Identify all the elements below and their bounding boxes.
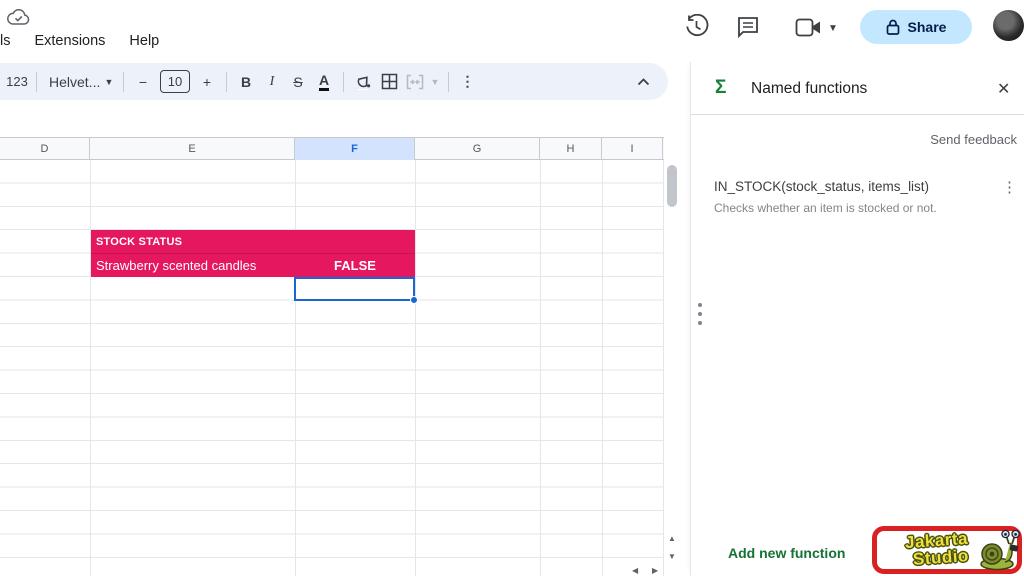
fill-handle[interactable] (410, 296, 418, 304)
column-header-e[interactable]: E (90, 138, 295, 160)
scroll-down-arrow[interactable]: ▼ (668, 552, 676, 561)
function-description: Checks whether an item is stocked or not… (714, 201, 937, 215)
named-function-item[interactable]: IN_STOCK(stock_status, items_list) Check… (691, 170, 1024, 226)
comments-icon[interactable] (736, 15, 760, 39)
scroll-left-arrow[interactable]: ◀ (632, 566, 638, 575)
add-new-function-button[interactable]: Add new function (728, 545, 845, 561)
collapse-toolbar-icon[interactable] (637, 78, 650, 86)
function-signature: IN_STOCK(stock_status, items_list) (714, 179, 929, 194)
camera-dropdown-caret[interactable]: ▼ (828, 23, 838, 34)
scroll-right-arrow[interactable]: ▶ (652, 566, 658, 575)
column-header-g[interactable]: G (415, 138, 540, 160)
share-button[interactable]: Share (860, 10, 972, 44)
number-format-button[interactable]: 123 (4, 69, 30, 95)
scroll-up-arrow[interactable]: ▲ (668, 534, 676, 543)
version-history-icon[interactable] (684, 14, 709, 39)
font-size-input[interactable]: 10 (160, 70, 190, 93)
decrease-font-size-button[interactable]: − (130, 69, 156, 95)
stock-status-table: STOCK STATUS Strawberry scented candles … (91, 230, 415, 277)
item-name-cell[interactable]: Strawberry scented candles (91, 258, 295, 273)
stock-status-header-cell[interactable]: STOCK STATUS (91, 230, 415, 254)
panel-header: Σ Named functions ✕ (691, 62, 1024, 114)
saved-cloud-icon (7, 9, 30, 26)
menu-tools-truncated[interactable]: ls (0, 33, 10, 49)
panel-title: Named functions (751, 80, 867, 98)
named-functions-panel: Σ Named functions ✕ Send feedback IN_STO… (690, 62, 1024, 576)
selected-cell[interactable] (294, 277, 415, 301)
column-headers: D E F G H I (0, 137, 664, 160)
account-avatar[interactable] (993, 10, 1024, 41)
meet-camera-icon[interactable] (795, 18, 822, 37)
fill-color-icon[interactable] (350, 69, 376, 95)
send-feedback-link[interactable]: Send feedback (930, 132, 1017, 147)
watermark-text-line2: Studio (912, 546, 969, 570)
menu-help[interactable]: Help (129, 33, 159, 49)
sigma-icon: Σ (715, 77, 726, 99)
lock-icon (886, 19, 900, 35)
borders-icon[interactable] (376, 69, 402, 95)
bold-button[interactable]: B (233, 69, 259, 95)
merge-cells-icon[interactable] (402, 69, 428, 95)
snail-mascot-icon (977, 528, 1021, 572)
column-header-d[interactable]: D (0, 138, 90, 160)
top-bar: ls Extensions Help ▼ (0, 0, 1024, 62)
merge-cells-caret-icon[interactable]: ▼ (428, 69, 442, 95)
close-panel-icon[interactable]: ✕ (997, 79, 1010, 99)
text-color-button[interactable]: A (311, 69, 337, 95)
strikethrough-button[interactable]: S (285, 69, 311, 95)
panel-divider (691, 114, 1024, 115)
menu-bar: ls Extensions Help (0, 33, 159, 49)
share-label: Share (908, 19, 947, 35)
column-header-h[interactable]: H (540, 138, 602, 160)
spreadsheet-grid: D E F G H I STOCK STATUS Strawberry scen… (0, 137, 664, 576)
increase-font-size-button[interactable]: + (194, 69, 220, 95)
menu-extensions[interactable]: Extensions (34, 33, 105, 49)
formatting-toolbar: 123 Helvet... ▼ − 10 + B I S A (0, 63, 668, 100)
item-value-cell[interactable]: FALSE (295, 258, 415, 273)
jakarta-studio-watermark: Jakarta Studio (872, 526, 1022, 574)
more-toolbar-options-button[interactable]: ⋮ (455, 69, 481, 95)
column-header-f[interactable]: F (295, 138, 415, 160)
column-header-i[interactable]: I (602, 138, 663, 160)
font-family-caret-icon[interactable]: ▼ (101, 69, 117, 95)
panel-resize-handle[interactable] (698, 303, 702, 325)
grid-cells[interactable]: STOCK STATUS Strawberry scented candles … (0, 160, 664, 576)
font-family-select[interactable]: Helvet... (43, 69, 101, 95)
vertical-scrollbar-thumb[interactable] (667, 165, 677, 207)
italic-button[interactable]: I (259, 69, 285, 95)
function-options-icon[interactable]: ⋮ (1002, 178, 1017, 196)
